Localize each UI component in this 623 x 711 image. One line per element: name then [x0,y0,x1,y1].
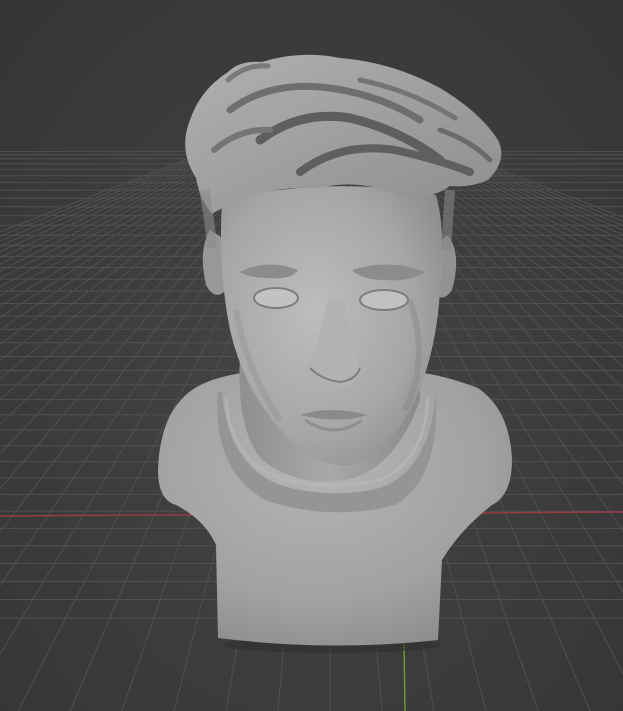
right-eye [359,289,409,311]
3d-viewport[interactable] [0,0,623,711]
left-eye [253,287,299,309]
viewport-canvas[interactable] [0,0,623,711]
